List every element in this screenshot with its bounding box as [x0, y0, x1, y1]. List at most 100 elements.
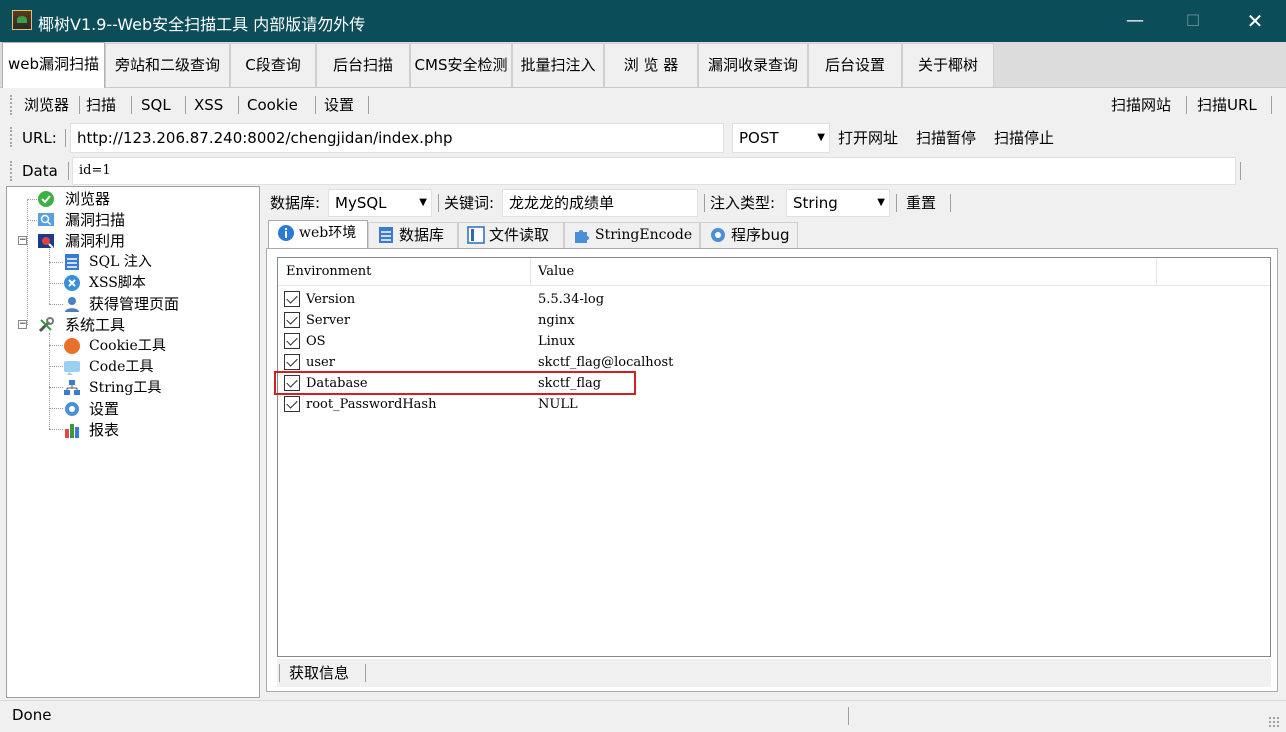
scan-pause-button[interactable]: 扫描暂停	[916, 122, 976, 154]
app-icon	[12, 10, 32, 30]
file-icon	[467, 226, 485, 244]
table-row[interactable]: OS Linux	[278, 331, 1270, 352]
column-header-value[interactable]: Value	[530, 258, 1156, 286]
resize-grip-icon[interactable]	[1268, 716, 1280, 728]
table-row[interactable]: user skctf_flag@localhost	[278, 352, 1270, 373]
tree-line	[49, 429, 63, 430]
table-row[interactable]: root_PasswordHash NULL	[278, 394, 1270, 415]
tab-about[interactable]: 关于椰树	[902, 43, 994, 87]
tree-label: SQL 注入	[89, 254, 152, 270]
row-checkbox[interactable]	[284, 312, 300, 328]
close-button[interactable]: ✕	[1232, 6, 1278, 36]
status-bar: Done	[0, 700, 1286, 732]
scan-stop-button[interactable]: 扫描停止	[994, 122, 1054, 154]
column-header-environment[interactable]: Environment	[278, 258, 530, 286]
row-checkbox[interactable]	[284, 396, 300, 412]
tree-label: String工具	[89, 380, 162, 396]
row-checkbox[interactable]	[284, 354, 300, 370]
tab-vuln-records[interactable]: 漏洞收录查询	[698, 43, 808, 87]
minimize-button[interactable]: —	[1112, 6, 1158, 36]
tree-label: Cookie工具	[89, 338, 166, 354]
magnifier-icon	[38, 213, 54, 226]
tab-cms-check[interactable]: CMS安全检测	[410, 43, 512, 87]
tree-line	[49, 333, 50, 429]
database-value: MySQL	[335, 194, 387, 212]
env-cell: Database	[306, 376, 368, 391]
database-icon	[65, 254, 79, 270]
scan-site-button[interactable]: 扫描网站	[1111, 89, 1171, 121]
collapse-icon[interactable]: −	[18, 236, 27, 245]
toolbar-scan-button[interactable]: 扫描	[86, 89, 116, 121]
row-checkbox[interactable]	[284, 291, 300, 307]
database-select[interactable]: MySQL ▼	[328, 189, 432, 217]
tab-program-bug[interactable]: 程序bug	[700, 222, 798, 248]
fetch-info-button[interactable]: 获取信息	[289, 657, 349, 689]
tab-admin-scan[interactable]: 后台扫描	[316, 43, 410, 87]
user-icon	[65, 297, 79, 312]
reset-button[interactable]: 重置	[906, 187, 936, 219]
tab-web-vuln-scan[interactable]: web漏洞扫描	[2, 42, 105, 88]
db-label: 数据库:	[270, 194, 321, 212]
post-data-input[interactable]: id=1	[72, 157, 1236, 185]
scan-url-button[interactable]: 扫描URL	[1197, 89, 1257, 121]
toolbar-cookie-button[interactable]: Cookie	[247, 89, 298, 121]
divider	[438, 194, 439, 212]
tab-c-segment[interactable]: C段查询	[230, 43, 316, 87]
tab-batch-inject[interactable]: 批量扫注入	[512, 43, 604, 87]
main-toolbar: 浏览器 扫描 SQL XSS Cookie 设置 扫描网站 扫描URL	[4, 89, 1282, 121]
tab-sidesite-query[interactable]: 旁站和二级查询	[105, 43, 230, 87]
row-checkbox[interactable]	[284, 375, 300, 391]
tree-line	[49, 408, 63, 409]
collapse-icon[interactable]: −	[18, 320, 27, 329]
main-tab-strip: web漏洞扫描 旁站和二级查询 C段查询 后台扫描 CMS安全检测 批量扫注入 …	[0, 42, 1286, 88]
cookie-icon	[64, 338, 80, 354]
tab-file-read[interactable]: 文件读取	[458, 222, 564, 248]
row-checkbox[interactable]	[284, 333, 300, 349]
tree-label: 浏览器	[65, 190, 111, 208]
value-cell: NULL	[538, 397, 578, 412]
title-bar: 椰树V1.9--Web安全扫描工具 内部版请勿外传 — ☐ ✕	[0, 0, 1286, 42]
value-cell: 5.5.34-log	[538, 292, 605, 307]
open-url-button[interactable]: 打开网址	[838, 122, 898, 154]
table-row[interactable]: Database skctf_flag	[274, 371, 1270, 395]
window-title: 椰树V1.9--Web安全扫描工具 内部版请勿外传	[38, 15, 366, 34]
chevron-down-icon: ▼	[419, 197, 427, 208]
value-cell: skctf_flag@localhost	[538, 355, 674, 370]
keyword-input[interactable]: 龙龙龙的成绩单	[502, 189, 698, 217]
tab-string-encode[interactable]: StringEncode	[564, 222, 700, 248]
tab-database[interactable]: 数据库	[368, 222, 458, 248]
url-input[interactable]: http://123.206.87.240:8002/chengjidan/in…	[70, 123, 724, 153]
divider	[79, 96, 80, 114]
tree-label: 漏洞扫描	[65, 211, 126, 229]
table-row[interactable]: Version 5.5.34-log	[278, 289, 1270, 310]
toolbar-sql-button[interactable]: SQL	[141, 89, 171, 121]
tab-web-env[interactable]: web环境	[268, 220, 368, 249]
table-row[interactable]: Server nginx	[278, 310, 1270, 331]
url-label: URL:	[22, 129, 57, 147]
toolbar-grip	[10, 95, 12, 115]
toolbar-grip	[10, 127, 12, 147]
toolbar-browser-button[interactable]: 浏览器	[24, 89, 69, 121]
maximize-button[interactable]: ☐	[1170, 6, 1216, 36]
env-cell: OS	[306, 334, 326, 349]
environment-list[interactable]: Environment Value Version 5.5.34-log Ser…	[274, 257, 1271, 657]
tree-line	[49, 283, 63, 284]
toolbar-settings-button[interactable]: 设置	[324, 89, 354, 121]
inject-type-select[interactable]: String ▼	[786, 189, 890, 217]
tree-line	[49, 387, 63, 388]
tools-icon	[38, 317, 54, 333]
tree-line	[49, 366, 63, 367]
divider	[1271, 96, 1272, 114]
filter-toolbar: 数据库: MySQL ▼ 关键词: 龙龙龙的成绩单 注入类型: String ▼…	[266, 187, 1278, 219]
method-select[interactable]: POST ▼	[732, 123, 830, 153]
tab-admin-settings[interactable]: 后台设置	[808, 43, 902, 87]
divider	[315, 96, 316, 114]
check-circle-icon	[38, 191, 54, 207]
toolbar-xss-button[interactable]: XSS	[194, 89, 223, 121]
divider	[131, 96, 132, 114]
divider	[896, 194, 897, 212]
env-cell: Version	[306, 292, 356, 307]
tab-label: web环境	[299, 225, 357, 241]
tab-browser[interactable]: 浏 览 器	[604, 43, 698, 87]
divider	[950, 194, 951, 212]
